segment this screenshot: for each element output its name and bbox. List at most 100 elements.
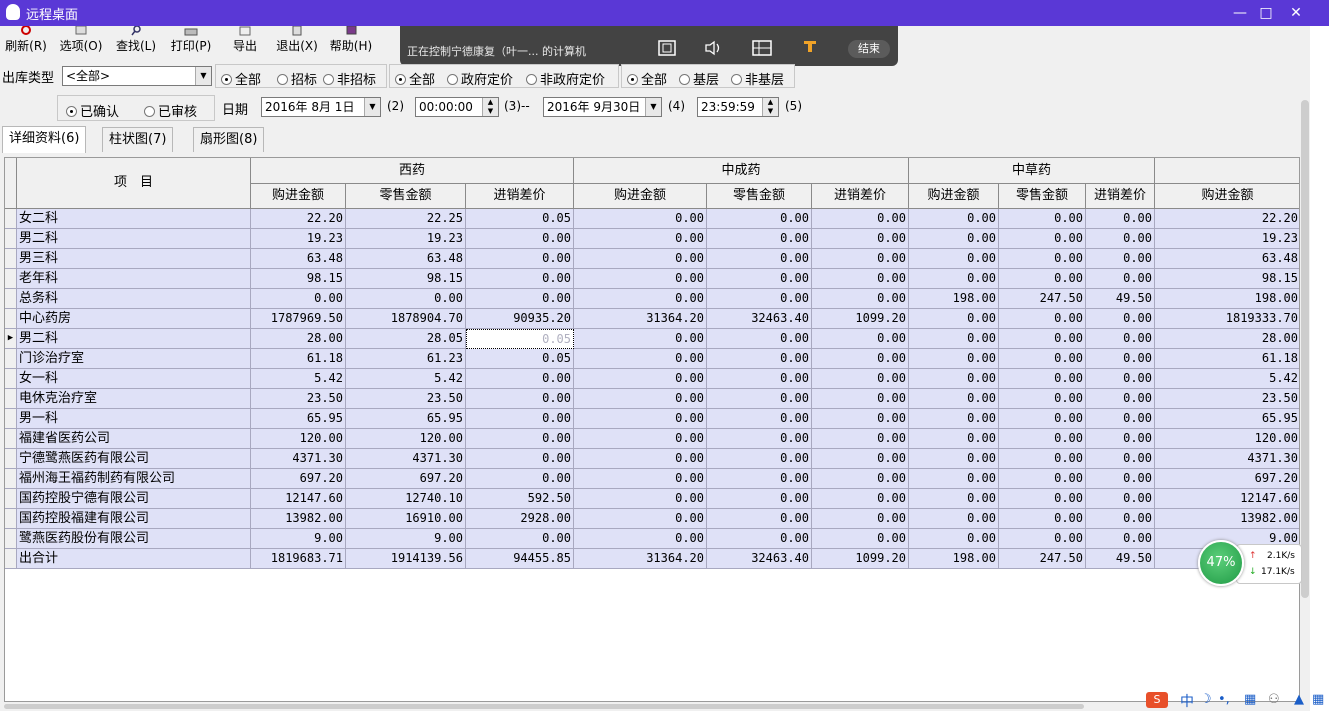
punct-icon[interactable]: •, [1218, 692, 1230, 707]
value-cell[interactable]: 0.00 [812, 229, 909, 249]
row-name-cell[interactable]: 国药控股宁德有限公司 [17, 489, 251, 509]
value-cell[interactable]: 0.00 [574, 289, 707, 309]
value-cell[interactable]: 0.00 [707, 369, 812, 389]
value-cell[interactable]: 13982.00 [251, 509, 346, 529]
value-cell[interactable]: 0.00 [466, 269, 574, 289]
value-cell[interactable]: 32463.40 [707, 549, 812, 569]
value-cell[interactable]: 592.50 [466, 489, 574, 509]
row-indicator[interactable] [5, 209, 17, 229]
value-cell[interactable]: 0.00 [1086, 469, 1155, 489]
value-cell[interactable]: 12740.10 [346, 489, 466, 509]
value-cell[interactable]: 0.05 [466, 349, 574, 369]
value-cell[interactable]: 0.00 [707, 489, 812, 509]
row-indicator[interactable] [5, 369, 17, 389]
value-cell[interactable]: 65.95 [346, 409, 466, 429]
value-cell[interactable]: 0.00 [251, 289, 346, 309]
value-cell[interactable]: 22.20 [251, 209, 346, 229]
value-cell[interactable]: 0.00 [1086, 309, 1155, 329]
value-cell[interactable]: 0.00 [707, 249, 812, 269]
table-row[interactable]: 福建省医药公司 120.00 120.00 0.00 0.00 0.00 0.00 0.00 0… [5, 429, 1299, 449]
refresh-button[interactable]: 刷新(R) [4, 26, 48, 54]
value-cell[interactable]: 0.00 [574, 249, 707, 269]
row-indicator[interactable] [5, 229, 17, 249]
tab-pie-chart[interactable]: 扇形图(8) [193, 127, 265, 152]
value-cell[interactable]: 0.00 [1086, 409, 1155, 429]
user-icon[interactable]: ⚇ [1268, 692, 1280, 707]
value-cell[interactable]: 13982.00 [1155, 509, 1299, 529]
value-cell[interactable]: 0.00 [909, 329, 999, 349]
table-row[interactable]: 女二科 22.20 22.25 0.05 0.00 0.00 0.00 0.00 0.00 0.0… [5, 209, 1299, 229]
value-cell[interactable]: 16910.00 [346, 509, 466, 529]
spin-arrows-icon[interactable]: ▲ ▼ [762, 98, 778, 116]
value-cell[interactable]: 0.00 [707, 269, 812, 289]
value-cell[interactable]: 98.15 [251, 269, 346, 289]
value-cell[interactable]: 0.00 [574, 449, 707, 469]
value-cell[interactable]: 0.05 [466, 209, 574, 229]
value-cell[interactable]: 0.00 [574, 269, 707, 289]
value-cell[interactable]: 0.00 [574, 429, 707, 449]
table-row[interactable]: 鹭燕医药股份有限公司 9.00 9.00 0.00 0.00 0.00 0.00 0.00 0.… [5, 529, 1299, 549]
data-grid[interactable]: 项 目 西药 中成药 中草药 购进金额 零售金额 进销差价 购进金额 零售金额 进销差价购… [4, 157, 1300, 702]
value-cell[interactable]: 0.00 [999, 509, 1086, 529]
value-cell[interactable]: 0.00 [909, 429, 999, 449]
value-cell[interactable]: 198.00 [1155, 289, 1299, 309]
value-cell[interactable]: 0.00 [999, 229, 1086, 249]
value-cell[interactable]: 49.50 [1086, 549, 1155, 569]
value-cell[interactable]: 22.25 [346, 209, 466, 229]
table-row[interactable]: 男三科 63.48 63.48 0.00 0.00 0.00 0.00 0.00 0.00 0.0… [5, 249, 1299, 269]
value-cell[interactable]: 1099.20 [812, 549, 909, 569]
value-cell[interactable]: 61.18 [1155, 349, 1299, 369]
value-cell[interactable]: 1819333.70 [1155, 309, 1299, 329]
value-cell[interactable]: 0.00 [1086, 229, 1155, 249]
value-cell[interactable]: 120.00 [251, 429, 346, 449]
value-cell[interactable]: 0.00 [909, 209, 999, 229]
moon-icon[interactable]: ☽ [1200, 692, 1212, 707]
toolbox-icon[interactable]: ▦ [1312, 692, 1324, 707]
value-cell[interactable]: 0.00 [812, 529, 909, 549]
value-cell[interactable]: 31364.20 [574, 309, 707, 329]
table-row[interactable]: 总务科 0.00 0.00 0.00 0.00 0.00 0.00 198.00 247.50 4… [5, 289, 1299, 309]
table-row[interactable]: 男一科 65.95 65.95 0.00 0.00 0.00 0.00 0.00 0.00 0.0… [5, 409, 1299, 429]
value-cell[interactable]: 0.00 [812, 269, 909, 289]
value-cell[interactable]: 49.50 [1086, 289, 1155, 309]
value-cell[interactable]: 94455.85 [466, 549, 574, 569]
value-cell[interactable]: 0.00 [999, 249, 1086, 269]
value-cell[interactable]: 0.00 [812, 349, 909, 369]
sogou-ime-icon[interactable]: S [1146, 692, 1168, 708]
screen-split-icon[interactable] [751, 40, 773, 58]
value-cell[interactable]: 0.00 [707, 329, 812, 349]
value-cell[interactable]: 0.00 [909, 409, 999, 429]
options-button[interactable]: 选项(O) [58, 26, 104, 54]
value-cell[interactable]: 0.00 [909, 389, 999, 409]
value-cell[interactable]: 31364.20 [574, 549, 707, 569]
value-cell[interactable]: 0.00 [999, 529, 1086, 549]
row-indicator[interactable] [5, 509, 17, 529]
value-cell[interactable]: 4371.30 [251, 449, 346, 469]
value-cell[interactable]: 0.00 [707, 509, 812, 529]
value-cell[interactable]: 61.23 [346, 349, 466, 369]
value-cell[interactable]: 0.00 [707, 289, 812, 309]
time-to-field[interactable]: 23:59:59 ▲ ▼ [697, 97, 779, 117]
value-cell[interactable]: 19.23 [346, 229, 466, 249]
value-cell[interactable]: 23.50 [1155, 389, 1299, 409]
bid-radio[interactable]: 招标 [277, 69, 317, 88]
value-cell[interactable]: 0.00 [1086, 209, 1155, 229]
value-cell[interactable]: 0.00 [999, 209, 1086, 229]
value-cell[interactable]: 0.00 [466, 229, 574, 249]
memory-usage-ball[interactable]: 47% [1198, 540, 1244, 586]
pricing-all-radio[interactable]: 全部 [395, 69, 435, 88]
value-cell[interactable]: 0.00 [812, 389, 909, 409]
value-cell[interactable]: 0.00 [999, 409, 1086, 429]
value-cell[interactable]: 198.00 [909, 549, 999, 569]
value-cell[interactable]: 0.00 [1086, 269, 1155, 289]
outbound-type-select[interactable]: <全部> ▼ [62, 66, 212, 86]
value-cell[interactable]: 5.42 [251, 369, 346, 389]
table-row[interactable]: 出合计 1819683.71 1914139.56 94455.85 31364.20 3… [5, 549, 1299, 569]
value-cell[interactable]: 120.00 [346, 429, 466, 449]
non-bid-radio[interactable]: 非招标 [323, 69, 376, 88]
value-cell[interactable]: 0.00 [909, 369, 999, 389]
non-gov-pricing-radio[interactable]: 非政府定价 [526, 69, 605, 88]
value-cell[interactable]: 120.00 [1155, 429, 1299, 449]
exit-button[interactable]: 退出(X) [274, 26, 320, 54]
maximize-button[interactable]: □ [1254, 2, 1278, 24]
